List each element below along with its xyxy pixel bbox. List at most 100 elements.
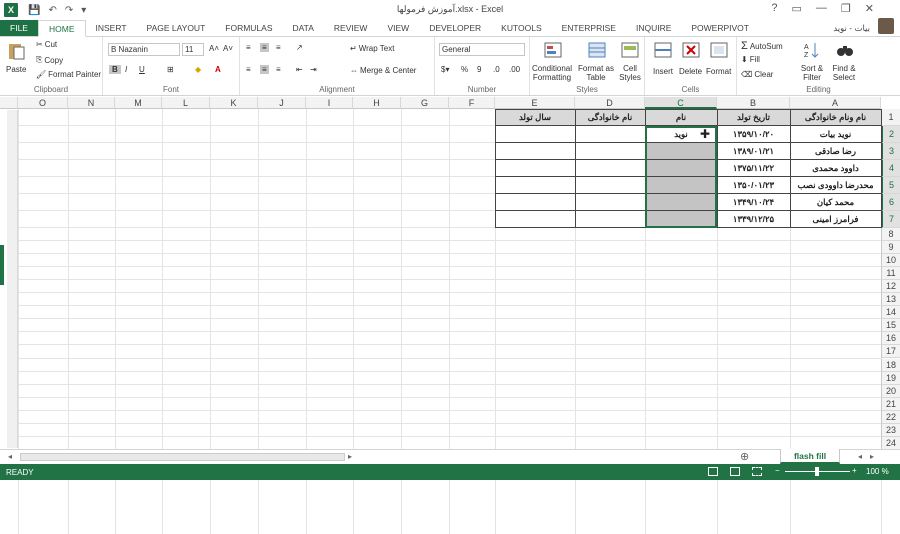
tab-file[interactable]: FILE bbox=[0, 20, 38, 37]
sort-filter-button[interactable]: Sort & Filter bbox=[797, 64, 827, 82]
increase-decimal-icon[interactable]: .0 bbox=[493, 65, 500, 74]
column-header-c[interactable]: C bbox=[645, 97, 717, 109]
tab-formulas[interactable]: FORMULAS bbox=[215, 20, 282, 37]
orientation-icon[interactable]: ↗ bbox=[296, 43, 303, 52]
zoom-in-icon[interactable]: + bbox=[852, 466, 857, 475]
underline-button[interactable]: U bbox=[139, 65, 145, 74]
tab-developer[interactable]: DEVELOPER bbox=[419, 20, 491, 37]
row-header-11[interactable]: 11 bbox=[881, 267, 900, 281]
insert-cells-icon[interactable] bbox=[653, 40, 673, 60]
row-header-10[interactable]: 10 bbox=[881, 254, 900, 268]
column-header-o[interactable]: O bbox=[18, 97, 68, 109]
header-cell-c[interactable]: نام bbox=[645, 109, 717, 126]
column-header-g[interactable]: G bbox=[401, 97, 449, 109]
align-left-icon[interactable]: ≡ bbox=[246, 65, 251, 74]
header-cell-d[interactable]: نام خانوادگی bbox=[575, 109, 645, 126]
horizontal-scrollbar[interactable] bbox=[20, 453, 345, 461]
align-center-icon[interactable]: ≡ bbox=[260, 65, 269, 74]
format-cells-icon[interactable] bbox=[709, 40, 729, 60]
conditional-formatting-button[interactable]: Conditional Formatting bbox=[532, 64, 572, 82]
header-cell-e[interactable]: سال تولد bbox=[495, 109, 575, 126]
wrap-text-button[interactable]: ↵ Wrap Text bbox=[350, 44, 394, 53]
sort-filter-icon[interactable]: AZ bbox=[803, 40, 823, 60]
row-header-24[interactable]: 24 bbox=[881, 436, 900, 450]
delete-button[interactable]: Delete bbox=[679, 67, 702, 76]
column-header-e[interactable]: E bbox=[495, 97, 575, 109]
row-header-21[interactable]: 21 bbox=[881, 397, 900, 411]
font-name-select[interactable]: B Nazanin bbox=[108, 43, 180, 56]
font-color-icon[interactable]: A bbox=[215, 65, 221, 74]
column-header-b[interactable]: B bbox=[717, 97, 790, 109]
tab-kutools[interactable]: KUTOOLS bbox=[491, 20, 551, 37]
minimize-button[interactable]: — bbox=[816, 2, 827, 15]
cell-a3[interactable]: رضا صادقی bbox=[790, 143, 881, 160]
italic-button[interactable]: I bbox=[125, 65, 127, 74]
column-header-n[interactable]: N bbox=[68, 97, 115, 109]
header-cell-a[interactable]: نام ونام خانوادگی bbox=[790, 109, 881, 126]
column-header-j[interactable]: J bbox=[258, 97, 306, 109]
sheet-nav-left-icon[interactable]: ◂ bbox=[858, 452, 862, 461]
row-header-3[interactable]: 3 bbox=[881, 143, 900, 160]
conditional-formatting-icon[interactable] bbox=[543, 40, 563, 60]
cell-styles-icon[interactable] bbox=[620, 40, 640, 60]
percent-button[interactable]: % bbox=[461, 65, 468, 74]
paste-button[interactable]: Paste bbox=[6, 65, 26, 74]
sheet-nav-right-icon[interactable]: ▸ bbox=[870, 452, 874, 461]
row-header-18[interactable]: 18 bbox=[881, 358, 900, 372]
row-header-9[interactable]: 9 bbox=[881, 241, 900, 255]
decrease-indent-icon[interactable]: ⇤ bbox=[296, 65, 303, 74]
merge-center-button[interactable]: ⇔ Merge & Center bbox=[350, 66, 416, 75]
increase-indent-icon[interactable]: ⇥ bbox=[310, 65, 317, 74]
row-header-7[interactable]: 7 bbox=[881, 211, 900, 228]
delete-cells-icon[interactable] bbox=[681, 40, 701, 60]
align-bottom-icon[interactable]: ≡ bbox=[276, 43, 281, 52]
paste-icon[interactable] bbox=[6, 41, 26, 61]
tab-page-layout[interactable]: PAGE LAYOUT bbox=[137, 20, 216, 37]
column-header-l[interactable]: L bbox=[162, 97, 210, 109]
binoculars-icon[interactable] bbox=[835, 40, 855, 60]
row-header-22[interactable]: 22 bbox=[881, 410, 900, 424]
cell-b6[interactable]: ۱۳۴۹/۱۰/۲۴ bbox=[717, 194, 790, 211]
scroll-left-icon[interactable]: ◂ bbox=[8, 452, 12, 461]
cell-b4[interactable]: ۱۳۷۵/۱۱/۲۲ bbox=[717, 160, 790, 177]
tab-enterprise[interactable]: ENTERPRISE bbox=[552, 20, 626, 37]
decrease-decimal-icon[interactable]: .00 bbox=[509, 65, 520, 74]
restore-button[interactable]: ❐ bbox=[841, 2, 851, 15]
tab-inquire[interactable]: INQUIRE bbox=[626, 20, 681, 37]
column-header-a[interactable]: A bbox=[790, 97, 881, 109]
cell-a2[interactable]: نوید بیات bbox=[790, 126, 881, 143]
insert-button[interactable]: Insert bbox=[653, 67, 673, 76]
tab-data[interactable]: DATA bbox=[283, 20, 324, 37]
font-size-select[interactable]: 11 bbox=[182, 43, 204, 56]
row-header-19[interactable]: 19 bbox=[881, 371, 900, 385]
align-middle-icon[interactable]: ≡ bbox=[260, 43, 269, 52]
format-painter-button[interactable]: 🖌 Format Painter bbox=[36, 70, 101, 79]
fill-button[interactable]: ⬇ Fill bbox=[741, 55, 760, 64]
cell-a5[interactable]: محدرضا داوودی نصب bbox=[790, 177, 881, 194]
number-format-select[interactable]: General bbox=[439, 43, 525, 56]
column-header-m[interactable]: M bbox=[115, 97, 162, 109]
row-header-5[interactable]: 5 bbox=[881, 177, 900, 194]
add-sheet-icon[interactable]: ⊕ bbox=[740, 450, 749, 463]
row-header-6[interactable]: 6 bbox=[881, 194, 900, 211]
column-header-i[interactable]: I bbox=[306, 97, 353, 109]
tab-review[interactable]: REVIEW bbox=[324, 20, 378, 37]
cell-a4[interactable]: داوود محمدی bbox=[790, 160, 881, 177]
close-button[interactable]: ✕ bbox=[865, 2, 874, 15]
row-header-8[interactable]: 8 bbox=[881, 228, 900, 242]
bold-button[interactable]: B bbox=[109, 65, 121, 74]
row-header-14[interactable]: 14 bbox=[881, 306, 900, 320]
worksheet-grid[interactable]: O N M L K J I H G F E D C B A 1 2 3 4 5 6 7 8 9 10 11 12 13 14 15 16 17… bbox=[0, 97, 900, 534]
row-header-13[interactable]: 13 bbox=[881, 293, 900, 307]
align-right-icon[interactable]: ≡ bbox=[276, 65, 281, 74]
tab-home[interactable]: HOME bbox=[38, 20, 86, 37]
help-icon[interactable]: ? bbox=[771, 2, 777, 15]
copy-button[interactable]: ⎘ Copy bbox=[36, 55, 63, 65]
column-header-f[interactable]: F bbox=[449, 97, 495, 109]
cell-styles-button[interactable]: Cell Styles bbox=[616, 64, 644, 82]
borders-icon[interactable]: ⊞ bbox=[167, 65, 174, 74]
column-header-d[interactable]: D bbox=[575, 97, 645, 109]
format-as-table-button[interactable]: Format as Table bbox=[578, 64, 614, 82]
find-select-button[interactable]: Find & Select bbox=[829, 64, 859, 82]
clear-button[interactable]: ⌫ Clear bbox=[741, 70, 773, 79]
